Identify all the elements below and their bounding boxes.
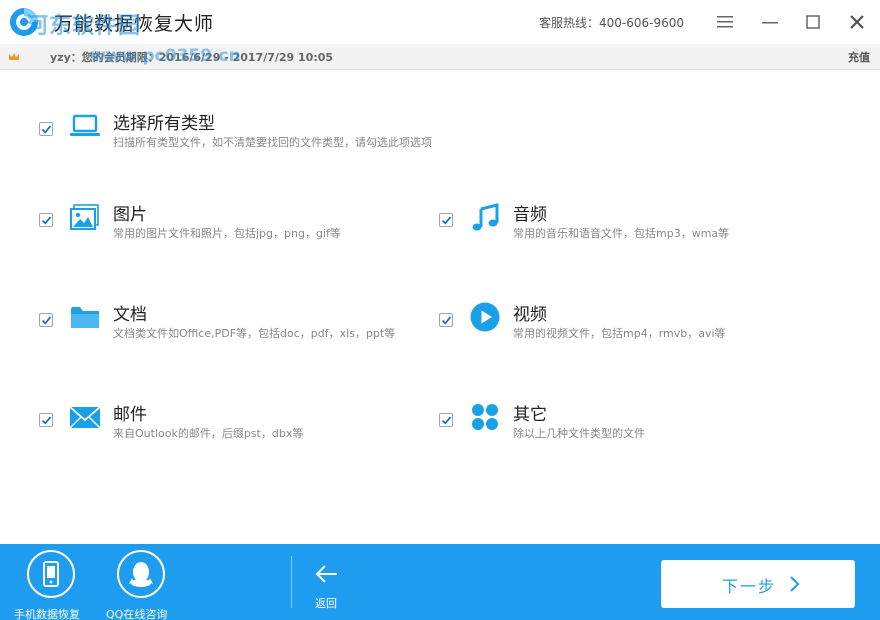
envelope-icon bbox=[69, 406, 101, 429]
check-icon bbox=[441, 216, 452, 225]
recharge-link[interactable]: 充值 bbox=[848, 49, 870, 65]
play-icon bbox=[470, 302, 500, 332]
phone-recovery-button[interactable]: 手机数据恢复 bbox=[14, 550, 90, 620]
checkbox-images[interactable] bbox=[39, 213, 53, 227]
maximize-icon[interactable] bbox=[801, 10, 825, 34]
folder-icon bbox=[71, 307, 99, 328]
option-title: 图片 bbox=[113, 205, 147, 225]
laptop-icon bbox=[70, 114, 100, 136]
grid-icon bbox=[472, 404, 498, 430]
option-description: 常用的视频文件，包括mp4，rmvb，avi等 bbox=[513, 327, 726, 340]
option-title: 文档 bbox=[113, 305, 147, 325]
minimize-icon[interactable] bbox=[758, 10, 782, 34]
option-title: 视频 bbox=[513, 305, 547, 325]
option-description: 常用的音乐和语音文件，包括mp3，wma等 bbox=[513, 227, 730, 240]
watermark-url: www.pc0359.cn bbox=[90, 46, 241, 66]
crown-icon bbox=[9, 53, 19, 60]
next-step-label: 下一步 bbox=[722, 577, 777, 596]
back-label: 返回 bbox=[315, 597, 337, 610]
check-icon bbox=[41, 125, 52, 134]
arrow-left-icon bbox=[315, 565, 337, 583]
hotline-text: 客服热线：400-606-9600 bbox=[538, 16, 684, 30]
title-bar: 万能数据恢复大师 河东软件园 客服热线：400-606-9600 bbox=[0, 0, 880, 44]
watermark-text: 河东软件园 bbox=[26, 14, 142, 39]
option-video: 视频 常用的视频文件，包括mp4，rmvb，avi等 bbox=[439, 302, 819, 359]
phone-icon bbox=[43, 561, 59, 587]
qq-support-circle bbox=[117, 550, 165, 598]
option-documents: 文档 文档类文件如Office,PDF等，包括doc，pdf，xls，ppt等 bbox=[39, 305, 429, 359]
check-icon bbox=[41, 416, 52, 425]
option-title: 音频 bbox=[513, 205, 547, 225]
back-button[interactable]: 返回 bbox=[308, 550, 348, 616]
menu-icon[interactable] bbox=[713, 10, 737, 34]
option-title: 其它 bbox=[513, 405, 547, 425]
option-all-types: 选择所有类型 扫描所有类型文件，如不清楚要找回的文件类型，请勾选此项选项 bbox=[39, 114, 599, 168]
image-icon bbox=[70, 204, 99, 230]
option-description: 常用的图片文件和照片，包括jpg，png，gif等 bbox=[113, 227, 341, 240]
checkbox-video[interactable] bbox=[439, 313, 453, 327]
option-description: 扫描所有类型文件，如不清楚要找回的文件类型，请勾选此项选项 bbox=[113, 136, 432, 149]
option-description: 除以上几种文件类型的文件 bbox=[513, 427, 645, 440]
checkbox-all-types[interactable] bbox=[39, 122, 53, 136]
qq-support-button[interactable]: QQ在线咨询 bbox=[106, 550, 178, 620]
qq-support-label: QQ在线咨询 bbox=[106, 608, 168, 620]
qq-penguin-icon bbox=[129, 562, 153, 587]
option-description: 文档类文件如Office,PDF等，包括doc，pdf，xls，ppt等 bbox=[113, 327, 396, 340]
checkbox-audio[interactable] bbox=[439, 213, 453, 227]
option-description: 来自Outlook的邮件，后缀pst，dbx等 bbox=[113, 427, 304, 440]
check-icon bbox=[41, 216, 52, 225]
option-audio: 音频 常用的音乐和语音文件，包括mp3，wma等 bbox=[439, 203, 819, 259]
phone-recovery-circle bbox=[27, 550, 75, 598]
chevron-right-icon bbox=[790, 576, 800, 592]
footer-divider bbox=[291, 556, 292, 608]
music-note-icon bbox=[472, 203, 499, 231]
next-step-button[interactable]: 下一步 bbox=[661, 560, 855, 608]
option-images: 图片 常用的图片文件和照片，包括jpg，png，gif等 bbox=[39, 204, 419, 259]
check-icon bbox=[41, 316, 52, 325]
option-title: 邮件 bbox=[113, 405, 147, 425]
checkbox-documents[interactable] bbox=[39, 313, 53, 327]
checkbox-other[interactable] bbox=[439, 413, 453, 427]
footer-bar: 手机数据恢复 QQ在线咨询 返回 下一步 bbox=[0, 544, 880, 620]
check-icon bbox=[441, 316, 452, 325]
checkbox-mail[interactable] bbox=[39, 413, 53, 427]
option-title: 选择所有类型 bbox=[113, 114, 215, 134]
check-icon bbox=[441, 416, 452, 425]
phone-recovery-label: 手机数据恢复 bbox=[14, 608, 80, 620]
option-other: 其它 除以上几种文件类型的文件 bbox=[439, 404, 819, 459]
close-icon[interactable] bbox=[845, 10, 869, 34]
option-mail: 邮件 来自Outlook的邮件，后缀pst，dbx等 bbox=[39, 405, 419, 459]
